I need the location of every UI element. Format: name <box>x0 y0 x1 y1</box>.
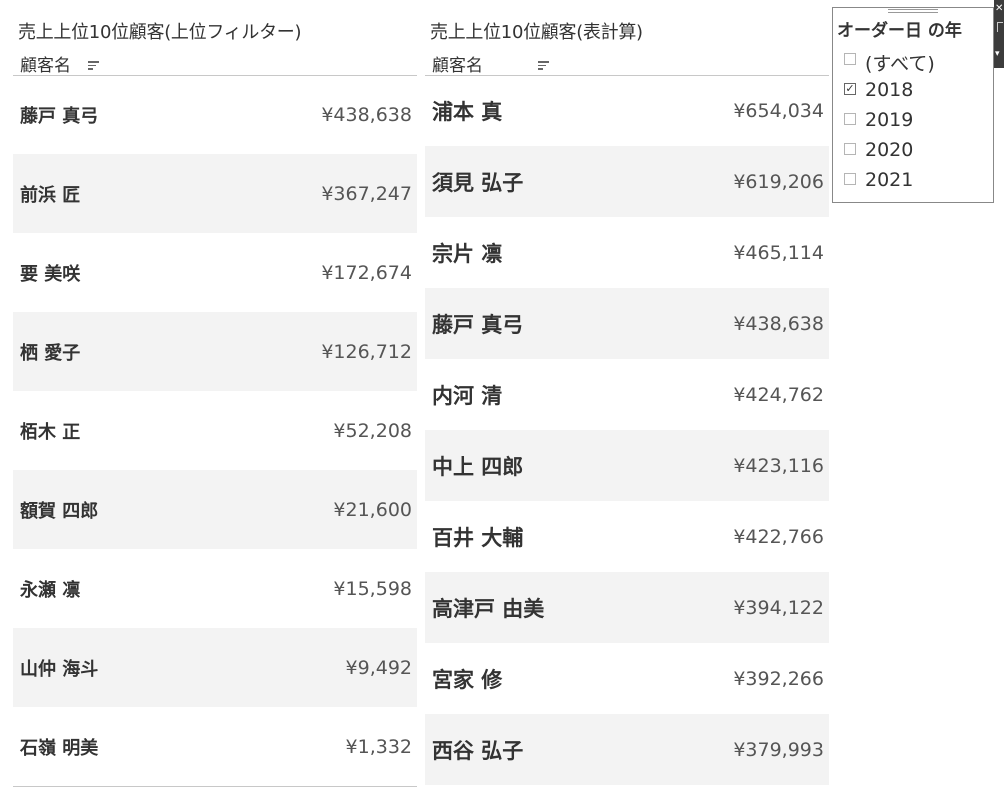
sales-value: ¥438,638 <box>733 312 824 335</box>
sales-value: ¥423,116 <box>733 454 824 477</box>
checkbox-unchecked[interactable] <box>844 173 856 185</box>
table-row[interactable]: 宮家 修 ¥392,266 <box>425 643 829 714</box>
sales-value: ¥21,600 <box>333 498 412 521</box>
sales-value: ¥438,638 <box>321 103 412 126</box>
table-row[interactable]: 要 美咲 ¥172,674 <box>13 233 417 312</box>
customer-name: 栢木 正 <box>20 421 81 443</box>
sales-value: ¥394,122 <box>733 596 824 619</box>
filter-side-tab[interactable]: ✕ ▾ <box>994 0 1004 68</box>
column-header-label: 顧客名 <box>20 56 71 76</box>
filter-option-label: 2019 <box>865 109 914 131</box>
filter-option-label: 2020 <box>865 139 914 161</box>
table-row[interactable]: 永瀬 凛 ¥15,598 <box>13 549 417 628</box>
table-body: 浦本 真 ¥654,034 須見 弘子 ¥619,206 宗片 凛 ¥465,114 藤戸 … <box>425 75 829 785</box>
table-row[interactable]: 額賀 四郎 ¥21,600 <box>13 470 417 549</box>
edge-icon <box>997 22 1003 32</box>
customer-name: 栖 愛子 <box>20 342 81 364</box>
close-icon[interactable]: ✕ <box>995 4 1003 14</box>
customer-name: 西谷 弘子 <box>432 738 524 763</box>
filter-title: オーダー日 の年 <box>837 21 962 41</box>
table-row[interactable]: 中上 四郎 ¥423,116 <box>425 430 829 501</box>
table-row[interactable]: 内河 清 ¥424,762 <box>425 359 829 430</box>
chevron-down-icon[interactable]: ▾ <box>995 50 1000 59</box>
checkbox-unchecked[interactable] <box>844 53 856 65</box>
table-row[interactable]: 百井 大輔 ¥422,766 <box>425 501 829 572</box>
column-header-label: 顧客名 <box>432 56 483 76</box>
sales-value: ¥15,598 <box>333 577 412 600</box>
sales-value: ¥619,206 <box>733 170 824 193</box>
sales-value: ¥654,034 <box>733 99 824 122</box>
customer-name: 宗片 凛 <box>432 241 503 266</box>
column-header: 顧客名 <box>13 51 417 76</box>
sort-descending-icon[interactable] <box>538 61 550 71</box>
customer-name: 藤戸 真弓 <box>20 105 99 127</box>
table-row[interactable]: 浦本 真 ¥654,034 <box>425 75 829 146</box>
filter-option-label: 2018 <box>865 79 914 101</box>
customer-name: 要 美咲 <box>20 263 81 285</box>
sort-descending-icon[interactable] <box>88 61 100 71</box>
sales-value: ¥379,993 <box>733 738 824 761</box>
customer-name: 山仲 海斗 <box>20 658 99 680</box>
customer-name: 中上 四郎 <box>432 454 524 479</box>
sales-value: ¥424,762 <box>733 383 824 406</box>
sales-value: ¥465,114 <box>733 241 824 264</box>
table-bottom-border <box>13 786 417 787</box>
column-header: 顧客名 <box>425 51 829 76</box>
table-row[interactable]: 石嶺 明美 ¥1,332 <box>13 707 417 786</box>
table-row[interactable]: 藤戸 真弓 ¥438,638 <box>425 288 829 359</box>
customer-name: 藤戸 真弓 <box>432 312 524 337</box>
customer-name: 宮家 修 <box>432 667 503 692</box>
table-row[interactable]: 山仲 海斗 ¥9,492 <box>13 628 417 707</box>
sales-value: ¥172,674 <box>321 261 412 284</box>
table-title: 売上上位10位顧客(表計算) <box>430 22 643 43</box>
customer-name: 前浜 匠 <box>20 184 81 206</box>
check-icon: ✓ <box>845 82 855 95</box>
checkbox-unchecked[interactable] <box>844 113 856 125</box>
customer-name: 須見 弘子 <box>432 170 524 195</box>
customer-name: 額賀 四郎 <box>20 500 99 522</box>
filter-option-label: (すべて) <box>865 53 935 75</box>
customer-name: 永瀬 凛 <box>20 579 81 601</box>
sales-value: ¥422,766 <box>733 525 824 548</box>
table-row[interactable]: 栢木 正 ¥52,208 <box>13 391 417 470</box>
table-row[interactable]: 西谷 弘子 ¥379,993 <box>425 714 829 785</box>
sales-value: ¥1,332 <box>345 735 412 758</box>
table-row[interactable]: 前浜 匠 ¥367,247 <box>13 154 417 233</box>
sales-value: ¥126,712 <box>321 340 412 363</box>
table-row[interactable]: 藤戸 真弓 ¥438,638 <box>13 75 417 154</box>
sales-value: ¥9,492 <box>345 656 412 679</box>
table-row[interactable]: 宗片 凛 ¥465,114 <box>425 217 829 288</box>
table-row[interactable]: 須見 弘子 ¥619,206 <box>425 146 829 217</box>
sales-value: ¥392,266 <box>733 667 824 690</box>
table-body: 藤戸 真弓 ¥438,638 前浜 匠 ¥367,247 要 美咲 ¥172,674 栖 愛… <box>13 75 417 786</box>
table-title: 売上上位10位顧客(上位フィルター) <box>18 22 302 43</box>
customer-name: 内河 清 <box>432 383 503 408</box>
customer-name: 浦本 真 <box>432 99 503 124</box>
filter-option-label: 2021 <box>865 169 914 191</box>
customer-name: 高津戸 由美 <box>432 596 545 621</box>
sales-value: ¥367,247 <box>321 182 412 205</box>
table-row[interactable]: 高津戸 由美 ¥394,122 <box>425 572 829 643</box>
checkbox-checked[interactable]: ✓ <box>844 83 856 95</box>
customer-name: 石嶺 明美 <box>20 737 99 759</box>
sales-value: ¥52,208 <box>333 419 412 442</box>
table-row[interactable]: 栖 愛子 ¥126,712 <box>13 312 417 391</box>
customer-name: 百井 大輔 <box>432 525 524 550</box>
checkbox-unchecked[interactable] <box>844 143 856 155</box>
year-filter-card: オーダー日 の年 (すべて) ✓ 2018 2019 2020 2021 <box>832 7 994 203</box>
